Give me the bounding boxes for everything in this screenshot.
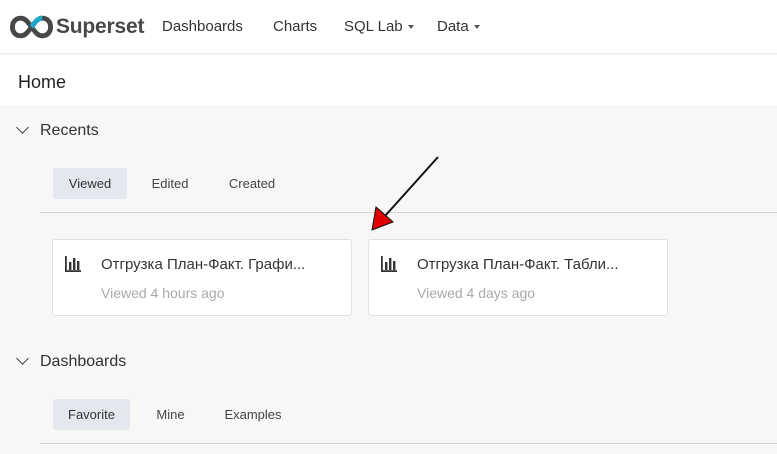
tab-viewed[interactable]: Viewed [53, 168, 127, 199]
tab-mine[interactable]: Mine [143, 399, 198, 430]
dashboards-divider [40, 443, 777, 444]
superset-logo-icon [10, 15, 53, 39]
recents-card-2[interactable]: Отгрузка План-Факт. Табли... Viewed 4 da… [368, 239, 668, 316]
nav-dashboards[interactable]: Dashboards [162, 18, 243, 35]
caret-down-icon [407, 24, 414, 29]
page-title: Home [18, 72, 67, 92]
brand-name: Superset [56, 15, 145, 38]
card-meta: Viewed 4 hours ago [101, 285, 225, 301]
nav-charts[interactable]: Charts [273, 18, 317, 35]
nav-charts-label: Charts [273, 18, 318, 35]
dashboards-collapse-chevron-icon[interactable] [16, 352, 29, 365]
nav-sql-lab[interactable]: SQL Lab [344, 18, 414, 35]
bar-chart-icon [65, 256, 81, 272]
bar-chart-icon [381, 256, 397, 272]
card-title: Отгрузка План-Факт. Табли... [417, 256, 619, 273]
nav-data[interactable]: Data [437, 18, 480, 35]
nav-dashboards-label: Dashboards [162, 18, 243, 35]
nav-data-label: Data [437, 18, 469, 35]
nav-sql-lab-label: SQL Lab [344, 18, 403, 35]
caret-down-icon [473, 24, 480, 29]
recents-card-1[interactable]: Отгрузка План-Факт. Графи... Viewed 4 ho… [52, 239, 352, 316]
superset-logo[interactable]: Superset [10, 13, 144, 41]
recents-divider [40, 212, 777, 213]
card-title: Отгрузка План-Факт. Графи... [101, 256, 306, 273]
home-header [0, 55, 777, 105]
top-navbar: Superset Dashboards Charts SQL Lab Data [0, 0, 777, 54]
tab-favorite[interactable]: Favorite [53, 399, 130, 430]
tab-edited[interactable]: Edited [140, 168, 200, 199]
card-meta: Viewed 4 days ago [417, 285, 536, 301]
tab-examples[interactable]: Examples [215, 399, 291, 430]
dashboards-section-title[interactable]: Dashboards [40, 353, 126, 371]
tab-created[interactable]: Created [218, 168, 286, 199]
recents-section-title[interactable]: Recents [40, 122, 99, 140]
recents-collapse-chevron-icon[interactable] [16, 121, 29, 134]
